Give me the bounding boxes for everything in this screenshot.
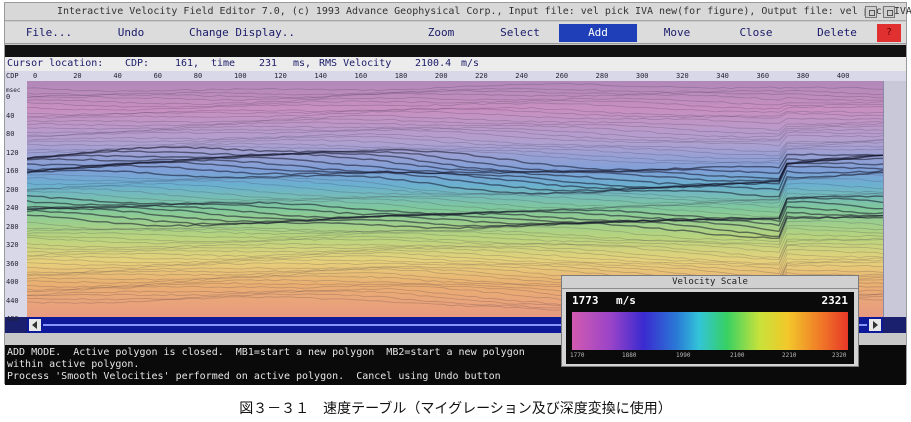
velocity-scale-body: 1773 m/s 2321 1770 1880 1990 2100 2210 2… bbox=[566, 292, 854, 364]
cdp-axis: CDP 0 20 40 60 80 100 120 140 160 180 200 220 240 260… bbox=[5, 71, 906, 81]
y-tick-label: 200 bbox=[6, 185, 19, 194]
menu-zoom[interactable]: Zoom bbox=[417, 24, 465, 42]
x-tick-label: 120 bbox=[274, 72, 287, 80]
cdp-value: 161, bbox=[175, 58, 200, 69]
velocity-scale-title[interactable]: Velocity Scale bbox=[562, 276, 858, 289]
x-tick-label: 400 bbox=[836, 72, 850, 80]
rms-value: 2100.4 bbox=[415, 58, 452, 69]
y-tick-label: 320 bbox=[6, 241, 19, 249]
menu-change-display[interactable]: Change Display.. bbox=[187, 24, 297, 42]
x-tick-label: 280 bbox=[595, 72, 609, 80]
velocity-tick: 2320 bbox=[832, 352, 847, 359]
x-tick-label: 260 bbox=[555, 72, 569, 80]
velocity-tick: 1770 bbox=[570, 352, 585, 359]
velocity-tick: 1880 bbox=[622, 352, 637, 359]
velocity-scale-panel: Velocity Scale 1773 m/s 2321 1770 1880 1… bbox=[561, 275, 859, 367]
figure-caption: 図３－３１ 速度テーブル（マイグレーション及び深度変換に使用） bbox=[239, 401, 672, 417]
velocity-tick: 2100 bbox=[730, 352, 745, 359]
window-title: Interactive Velocity Field Editor 7.0, (… bbox=[57, 6, 911, 17]
title-bar[interactable]: Interactive Velocity Field Editor 7.0, (… bbox=[5, 3, 911, 21]
y-tick-label: 160 bbox=[6, 167, 19, 175]
cursor-readout: Cursor location: CDP: 161, time 231 ms, … bbox=[5, 57, 906, 71]
velocity-unit: m/s bbox=[616, 294, 636, 307]
x-tick-label: 0 bbox=[33, 72, 38, 80]
x-tick-label: 180 bbox=[394, 72, 408, 80]
x-tick-label: 200 bbox=[434, 72, 448, 80]
y-tick-label: 40 bbox=[6, 111, 15, 120]
velocity-max: 2321 bbox=[821, 294, 849, 307]
scroll-left-arrow-icon[interactable] bbox=[29, 319, 41, 331]
scroll-right-arrow-icon[interactable] bbox=[869, 319, 881, 331]
menu-bar: File... Undo Change Display.. Zoom Selec… bbox=[5, 22, 906, 44]
status-line-3: Process 'Smooth Velocities' performed on… bbox=[7, 371, 501, 382]
x-tick-label: 80 bbox=[193, 72, 203, 80]
x-tick-label: 20 bbox=[73, 72, 82, 80]
y-tick-label: 400 bbox=[6, 278, 19, 286]
status-line-2: within active polygon. bbox=[7, 359, 140, 370]
y-tick-label: 360 bbox=[6, 259, 19, 268]
x-tick-label: 40 bbox=[113, 72, 122, 80]
cursor-label: Cursor location: bbox=[7, 58, 104, 69]
menu-undo[interactable]: Undo bbox=[109, 24, 153, 42]
y-tick-label: 280 bbox=[6, 222, 19, 231]
x-tick-label: 220 bbox=[475, 72, 488, 80]
x-axis-label: CDP bbox=[6, 72, 19, 80]
velocity-min: 1773 bbox=[572, 294, 599, 307]
x-tick-label: 320 bbox=[676, 72, 689, 80]
y-tick-label: 480 bbox=[6, 315, 19, 323]
velocity-tick: 1990 bbox=[676, 352, 691, 359]
time-axis: msec 0 40 80 120 160 200 240 280 320 360 400 440 480 bbox=[5, 81, 27, 323]
menu-move[interactable]: Move bbox=[653, 24, 701, 42]
y-tick-label: 440 bbox=[6, 296, 19, 305]
rms-unit: m/s bbox=[461, 58, 480, 69]
time-label: time bbox=[211, 58, 236, 69]
x-tick-label: 240 bbox=[515, 72, 528, 80]
menu-delete[interactable]: Delete bbox=[807, 24, 867, 42]
menu-close[interactable]: Close bbox=[729, 24, 783, 42]
x-tick-label: 60 bbox=[153, 72, 162, 80]
x-tick-label: 100 bbox=[233, 72, 247, 80]
x-tick-label: 340 bbox=[716, 72, 729, 80]
y-tick-label: 0 bbox=[6, 93, 11, 101]
velocity-tick: 2210 bbox=[782, 352, 797, 359]
menu-file[interactable]: File... bbox=[19, 24, 79, 42]
menu-add[interactable]: Add bbox=[559, 24, 637, 42]
minimize-button[interactable] bbox=[865, 6, 877, 18]
reflector-line bbox=[27, 96, 883, 106]
x-tick-label: 300 bbox=[635, 72, 649, 80]
y-tick-label: 120 bbox=[6, 148, 19, 157]
y-tick-label: 240 bbox=[6, 204, 19, 212]
x-tick-label: 140 bbox=[314, 72, 327, 80]
reflector-line bbox=[27, 205, 883, 227]
time-unit: ms, bbox=[293, 58, 312, 69]
x-tick-label: 380 bbox=[796, 72, 810, 80]
help-button[interactable]: ? bbox=[877, 24, 901, 42]
reflector-line bbox=[27, 244, 883, 266]
y-tick-label: 80 bbox=[6, 130, 15, 138]
x-tick-label: 360 bbox=[756, 72, 770, 80]
maximize-button[interactable] bbox=[883, 6, 895, 18]
velocity-color-bar bbox=[572, 312, 848, 350]
separator-band bbox=[5, 45, 906, 57]
vertical-scrollbar[interactable] bbox=[883, 81, 906, 317]
cdp-label: CDP: bbox=[125, 58, 150, 69]
menu-select[interactable]: Select bbox=[491, 24, 549, 42]
rms-label: RMS Velocity bbox=[319, 58, 392, 69]
x-tick-label: 160 bbox=[354, 72, 368, 80]
velocity-editor-window: Interactive Velocity Field Editor 7.0, (… bbox=[4, 2, 911, 385]
time-value: 231 bbox=[259, 58, 278, 69]
